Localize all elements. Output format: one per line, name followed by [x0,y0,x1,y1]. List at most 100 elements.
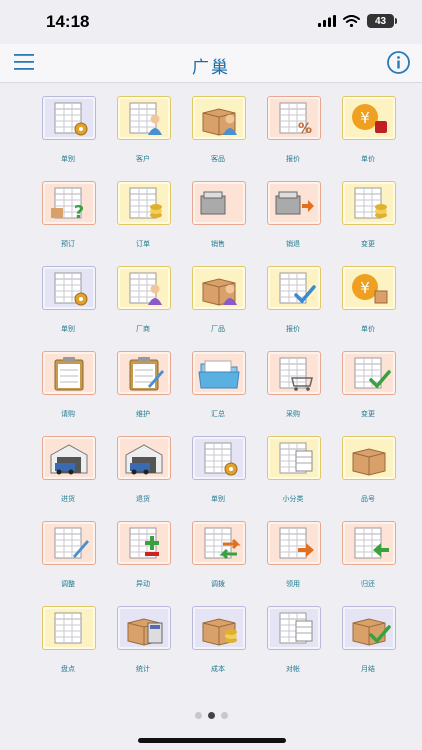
module-tile[interactable]: 汇总 [182,339,258,421]
box-person-icon [192,96,246,140]
svg-text:¥: ¥ [360,279,370,297]
module-label: 对帐 [286,666,300,673]
module-tile[interactable]: 小分类 [257,424,333,506]
module-tile[interactable]: 归还 [332,509,408,591]
module-tile[interactable]: % 报价 [257,84,333,166]
box-icon [342,436,396,480]
page-dot[interactable] [207,712,215,719]
module-tile[interactable]: 调整 [32,509,108,591]
module-tile[interactable]: 请购 [32,339,108,421]
sheet-person-purple-icon [117,266,171,310]
module-label: 厂品 [211,326,225,333]
status-time: 14:18 [46,12,90,31]
module-label: 单价 [361,156,375,163]
module-tile[interactable]: 品号 [332,424,408,506]
page-dot[interactable] [220,712,228,719]
page-indicator[interactable] [0,712,422,719]
module-tile[interactable]: 变更 [332,169,408,251]
module-label: 采购 [286,411,300,418]
box-coins-icon [192,606,246,650]
module-label: 请购 [61,411,75,418]
module-tile[interactable]: 异动 [107,509,183,591]
module-tile[interactable]: 进货 [32,424,108,506]
module-label: 变更 [361,241,375,248]
module-label: 调拨 [211,581,225,588]
module-tile[interactable]: 成本 [182,594,258,676]
sheet-gear-icon [192,436,246,480]
module-tile[interactable]: 调拨 [182,509,258,591]
module-label: 单别 [211,496,225,503]
module-tile[interactable]: 销售 [182,169,258,251]
module-label: 成本 [211,666,225,673]
sheet-check-icon [267,266,321,310]
module-tile[interactable]: 盘点 [32,594,108,676]
sheet-cart-check-icon [342,351,396,395]
box-check-icon [342,606,396,650]
module-label: 退货 [136,496,150,503]
module-label: 单价 [361,326,375,333]
module-label: 进货 [61,496,75,503]
module-label: 汇总 [211,411,225,418]
module-label: 销售 [211,241,225,248]
garage-truck-icon [42,436,96,480]
module-tile[interactable]: 订单 [107,169,183,251]
sheet-percent-icon: % [267,96,321,140]
cashier-arrow-icon [267,181,321,225]
module-label: 单别 [61,156,75,163]
module-tile[interactable]: 报价 [257,254,333,336]
module-label: 归还 [361,581,375,588]
module-tile[interactable]: ? 预订 [32,169,108,251]
module-tile[interactable]: 单别 [32,254,108,336]
svg-text:?: ? [74,202,84,223]
module-tile[interactable]: 退货 [107,424,183,506]
module-label: 领用 [286,581,300,588]
sheet-arrow-right-icon [267,521,321,565]
module-label: 维护 [136,411,150,418]
module-label: 厂商 [136,326,150,333]
page-dot[interactable] [194,712,202,719]
nav-title: 广巢 [192,58,230,77]
sheet-person-icon [117,96,171,140]
sheet-icon [42,606,96,650]
module-label: 预订 [61,241,75,248]
module-label: 小分类 [282,496,304,503]
yen-box-icon: ¥ [342,266,396,310]
module-label: 调整 [61,581,75,588]
status-bar: 14:18 43 [0,0,422,44]
module-label: 单别 [61,326,75,333]
cashier-box-icon [192,181,246,225]
module-tile[interactable]: 销退 [257,169,333,251]
sheet-swap-arrows-icon [192,521,246,565]
module-tile[interactable]: ¥ 单价 [332,254,408,336]
module-label: 订单 [136,241,150,248]
box-person-purple-icon [192,266,246,310]
module-tile[interactable]: 单别 [32,84,108,166]
module-tile[interactable]: 月结 [332,594,408,676]
home-indicator [138,738,286,743]
module-tile[interactable]: 变更 [332,339,408,421]
garage-truck-out-icon [117,436,171,480]
module-tile[interactable]: 单别 [182,424,258,506]
module-label: 客户 [136,156,150,163]
module-tile[interactable]: 客品 [182,84,258,166]
module-tile[interactable]: 厂品 [182,254,258,336]
module-tile[interactable]: 统计 [107,594,183,676]
module-tile[interactable]: 维护 [107,339,183,421]
info-icon[interactable] [386,50,411,75]
svg-text:¥: ¥ [360,109,370,127]
module-tile[interactable]: 对帐 [257,594,333,676]
module-tile[interactable]: ¥ 单价 [332,84,408,166]
module-label: 报价 [286,326,300,333]
module-label: 月结 [361,666,375,673]
battery-icon: 43 [367,14,397,28]
sheet-cart-icon [267,351,321,395]
module-tile[interactable]: 领用 [257,509,333,591]
module-label: 变更 [361,411,375,418]
module-label: 统计 [136,666,150,673]
sheet-gear-icon [42,266,96,310]
module-tile[interactable]: 采购 [257,339,333,421]
cellular-signal-icon [318,15,336,27]
module-label: 品号 [361,496,375,503]
module-tile[interactable]: 客户 [107,84,183,166]
module-tile[interactable]: 厂商 [107,254,183,336]
